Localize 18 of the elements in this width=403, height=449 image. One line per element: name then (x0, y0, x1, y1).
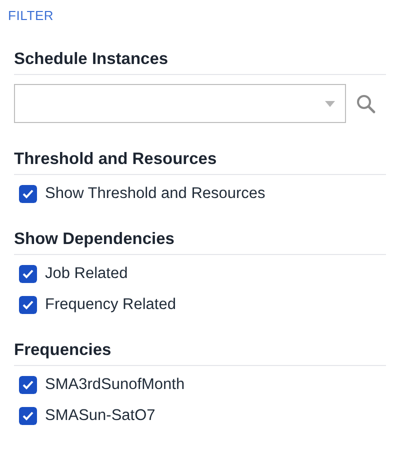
checkbox-label: Show Threshold and Resources (45, 185, 266, 203)
checkbox-label: SMASun-SatO7 (45, 407, 156, 425)
filter-title: FILTER (8, 8, 55, 23)
section-heading: Frequencies (14, 341, 386, 366)
checkbox[interactable] (19, 265, 37, 283)
checkbox-label: Frequency Related (45, 296, 176, 314)
search-icon[interactable] (356, 94, 376, 114)
checkbox[interactable] (19, 376, 37, 394)
dropdown-field[interactable] (14, 84, 346, 123)
checkbox-label: Job Related (45, 265, 128, 283)
caret-icon (325, 100, 335, 106)
checkbox[interactable] (19, 296, 37, 314)
checkbox-label: SMA3rdSunofMonth (45, 376, 185, 394)
section-heading: Show Dependencies (14, 230, 386, 255)
section-heading: Schedule Instances (14, 50, 386, 75)
checkbox[interactable] (19, 185, 37, 203)
section-heading: Threshold and Resources (14, 150, 386, 175)
checkbox[interactable] (19, 407, 37, 425)
